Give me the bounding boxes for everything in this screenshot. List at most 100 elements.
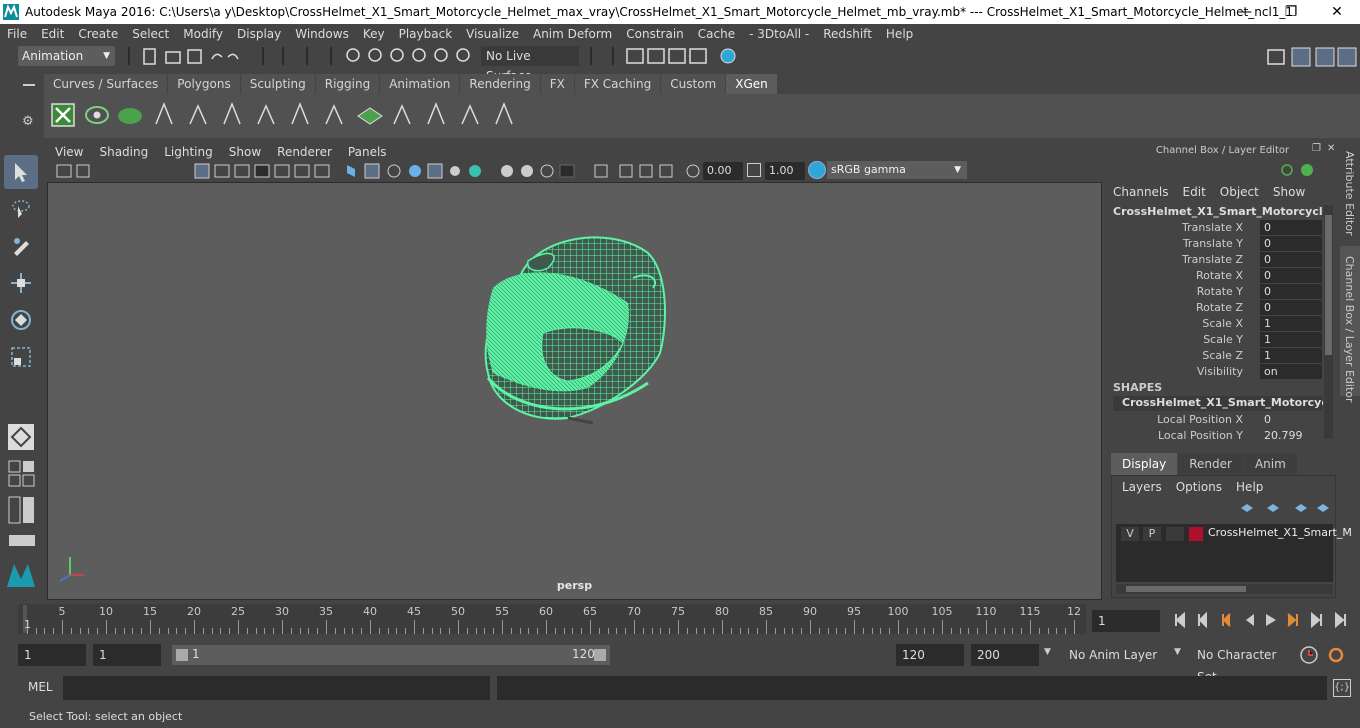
command-language-label[interactable]: MEL: [28, 680, 53, 694]
tab-rigging[interactable]: Rigging: [315, 74, 380, 94]
cb-menu-channels[interactable]: Channels: [1113, 185, 1169, 199]
close-icon[interactable]: ✕: [1327, 143, 1335, 154]
attr-row-rotate-x[interactable]: Rotate X 0: [1105, 268, 1323, 284]
attr-value[interactable]: 0: [1260, 300, 1322, 315]
render-toolbar-icons[interactable]: [624, 46, 744, 68]
xgen-shelf-icons[interactable]: [44, 94, 534, 138]
maximize-button[interactable]: ❐: [1268, 0, 1314, 24]
color-management-icon[interactable]: [808, 161, 826, 179]
playback-end-field[interactable]: 120: [896, 644, 964, 666]
viewport-menu-lighting[interactable]: Lighting: [156, 145, 221, 159]
animation-start-field[interactable]: 1: [18, 644, 86, 666]
selected-object-name[interactable]: CrossHelmet_X1_Smart_Motorcycle_H...: [1113, 205, 1323, 218]
close-button[interactable]: ✕: [1314, 0, 1360, 24]
attr-value[interactable]: 0: [1260, 268, 1322, 283]
attr-row-translate-x[interactable]: Translate X 0: [1105, 220, 1323, 236]
scrollbar-thumb[interactable]: [1325, 215, 1332, 355]
attribute-editor-side-tab[interactable]: Attribute Editor: [1340, 143, 1360, 243]
attr-value[interactable]: 0: [1260, 284, 1322, 299]
paint-select-tool-icon[interactable]: [4, 229, 38, 263]
viewport-menu-panels[interactable]: Panels: [340, 145, 395, 159]
snap-toolbar-icons[interactable]: [342, 46, 476, 68]
layout-presets-icons[interactable]: [0, 457, 44, 557]
maya-home-icon[interactable]: [4, 558, 38, 592]
tab-animation[interactable]: Animation: [380, 74, 460, 94]
layer-horizontal-scrollbar[interactable]: [1116, 584, 1333, 594]
viewport-menu-shading[interactable]: Shading: [91, 145, 156, 159]
menu-constrain[interactable]: Constrain: [619, 27, 691, 41]
shelf-options[interactable]: ⚙: [18, 74, 40, 138]
chevron-down-icon[interactable]: ▼: [1044, 647, 1051, 657]
tab-xgen[interactable]: XGen: [726, 74, 777, 94]
menu-help[interactable]: Help: [879, 27, 920, 41]
channel-box-side-tab[interactable]: Channel Box / Layer Editor: [1340, 246, 1360, 403]
rotate-tool-icon[interactable]: [4, 303, 38, 337]
menu-windows[interactable]: Windows: [288, 27, 356, 41]
attr-row-translate-z[interactable]: Translate Z 0: [1105, 252, 1323, 268]
layer-menu-options[interactable]: Options: [1176, 480, 1222, 494]
playback-controls[interactable]: [1166, 608, 1356, 632]
attr-row-local-position-y[interactable]: Local Position Y 20.799: [1105, 428, 1323, 444]
range-slider-end-handle[interactable]: [594, 649, 606, 661]
layer-playback-toggle[interactable]: P: [1143, 527, 1161, 541]
gamma-field[interactable]: 1.00: [765, 162, 805, 180]
playback-start-field[interactable]: 1: [93, 644, 161, 666]
cb-menu-object[interactable]: Object: [1220, 185, 1259, 199]
live-surface-field[interactable]: No Live Surface: [481, 46, 579, 83]
workspace-icons[interactable]: [1266, 46, 1358, 68]
tab-rendering[interactable]: Rendering: [460, 74, 540, 94]
viewport-menu-view[interactable]: View: [47, 145, 91, 159]
minimize-button[interactable]: —: [1222, 0, 1268, 24]
viewport-menu-renderer[interactable]: Renderer: [269, 145, 340, 159]
lasso-tool-icon[interactable]: [4, 192, 38, 226]
tab-fx-caching[interactable]: FX Caching: [574, 74, 661, 94]
attr-value[interactable]: 1: [1260, 348, 1322, 363]
attr-row-scale-y[interactable]: Scale Y 1: [1105, 332, 1323, 348]
current-frame-field[interactable]: 1: [1092, 610, 1160, 632]
float-icon[interactable]: ❐: [1312, 143, 1321, 154]
menu-modify[interactable]: Modify: [176, 27, 230, 41]
exposure-field[interactable]: 0.00: [703, 162, 743, 180]
tab-custom[interactable]: Custom: [661, 74, 726, 94]
tab-anim[interactable]: Anim: [1243, 453, 1297, 475]
attr-value[interactable]: 1: [1260, 316, 1322, 331]
attr-value[interactable]: 0: [1260, 252, 1322, 267]
attr-value[interactable]: 0: [1260, 236, 1322, 251]
anim-layer-dropdown[interactable]: No Anim Layer: [1063, 644, 1163, 666]
tab-sculpting[interactable]: Sculpting: [240, 74, 315, 94]
menu-redshift[interactable]: Redshift: [816, 27, 879, 41]
command-input[interactable]: [63, 676, 490, 700]
menu-create[interactable]: Create: [71, 27, 125, 41]
tab-curves-surfaces[interactable]: Curves / Surfaces: [44, 74, 168, 94]
layer-name[interactable]: CrossHelmet_X1_Smart_M: [1208, 526, 1352, 539]
viewport-menu-show[interactable]: Show: [221, 145, 269, 159]
attr-value[interactable]: 20.799: [1260, 428, 1322, 443]
chevron-down-icon[interactable]: ▼: [1174, 647, 1181, 657]
scrollbar-thumb[interactable]: [1126, 586, 1246, 592]
character-set-dropdown[interactable]: No Character Set: [1191, 644, 1291, 684]
layout-single-icon[interactable]: [4, 420, 38, 454]
layer-color-swatch[interactable]: [1189, 527, 1203, 541]
attr-value[interactable]: 0: [1260, 220, 1322, 235]
layer-display-type-toggle[interactable]: [1166, 527, 1184, 541]
attr-row-visibility[interactable]: Visibility on: [1105, 364, 1323, 380]
menu-file[interactable]: File: [0, 27, 34, 41]
menu-edit[interactable]: Edit: [34, 27, 71, 41]
time-slider[interactable]: 5 10 15 20 25 30 35 40 45 50 55 60 65 70 75 80 85 90 95 100…: [18, 604, 1086, 634]
helmet-wireframe-model[interactable]: [48, 183, 1101, 599]
color-space-dropdown[interactable]: sRGB gamma ▼: [827, 161, 967, 179]
menu-cache[interactable]: Cache: [691, 27, 742, 41]
attr-value[interactable]: on: [1260, 364, 1322, 379]
menu-key[interactable]: Key: [356, 27, 392, 41]
move-tool-icon[interactable]: [4, 266, 38, 300]
menu-anim-deform[interactable]: Anim Deform: [526, 27, 619, 41]
tab-render[interactable]: Render: [1178, 453, 1243, 475]
channel-box-scrollbar[interactable]: [1324, 205, 1333, 439]
tab-fx[interactable]: FX: [540, 74, 574, 94]
range-slider[interactable]: 1 120: [172, 645, 610, 665]
attr-row-scale-z[interactable]: Scale Z 1: [1105, 348, 1323, 364]
layer-visibility-toggle[interactable]: V: [1121, 527, 1139, 541]
tab-polygons[interactable]: Polygons: [168, 74, 240, 94]
attr-row-scale-x[interactable]: Scale X 1: [1105, 316, 1323, 332]
channel-box-mode-icons[interactable]: [1279, 161, 1323, 179]
